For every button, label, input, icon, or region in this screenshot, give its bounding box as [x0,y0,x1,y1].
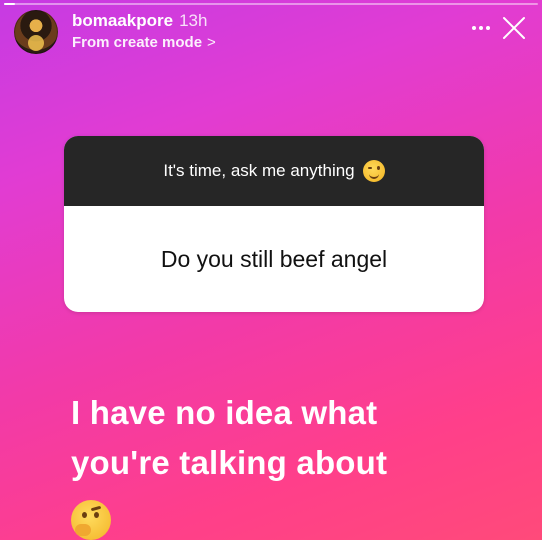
thinking-face-emoji-icon [71,500,111,540]
subtitle-text[interactable]: From create mode [72,34,202,51]
question-prompt: It's time, ask me anything [163,161,355,180]
question-sticker[interactable]: It's time, ask me anything Do you still … [64,136,484,312]
story-header: bomaakpore 13h From create mode > [14,10,532,54]
question-sticker-body: Do you still beef angel [64,206,484,312]
winking-face-emoji-icon [362,160,385,182]
more-options-icon[interactable] [470,16,492,38]
post-time: 13h [179,11,208,30]
reply-text: I have no idea what you're talking about [71,388,531,488]
story-progress-fill [4,3,15,5]
reply-line-1: I have no idea what [71,394,378,431]
profile-avatar[interactable] [14,10,58,54]
story-progress-bar [4,3,538,5]
close-icon[interactable] [498,12,530,44]
question-sticker-header: It's time, ask me anything [64,136,484,206]
username[interactable]: bomaakpore [72,11,173,30]
question-text: Do you still beef angel [160,245,388,272]
reply-line-2: you're talking about [71,444,388,481]
create-mode-link[interactable]: From create mode > [72,34,216,51]
chevron-right-icon: > [207,34,216,51]
username-row[interactable]: bomaakpore 13h [72,11,207,31]
